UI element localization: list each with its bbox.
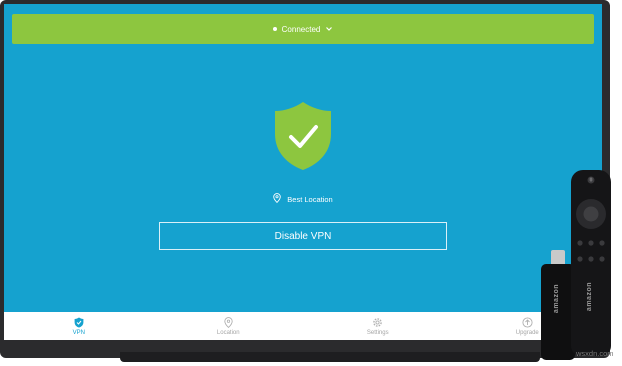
nav-label: Location — [216, 329, 240, 336]
shield-check-icon — [272, 100, 334, 172]
fire-tv-stick: amazon — [541, 264, 575, 360]
upgrade-icon — [522, 316, 533, 328]
shield-icon — [73, 317, 84, 328]
nav-label: VPN — [72, 329, 85, 336]
fire-tv-remote: amazon — [571, 170, 611, 356]
chevron-down-icon — [325, 25, 333, 33]
nav-item-location[interactable]: Location — [154, 312, 304, 340]
watermark: wsxdn.com — [576, 349, 614, 358]
nav-label: Settings — [366, 329, 389, 336]
status-dot — [272, 27, 277, 31]
remote-buttons — [576, 176, 606, 262]
tv-stand — [120, 352, 540, 362]
location-indicator[interactable]: Best Location — [4, 192, 602, 206]
location-label: Best Location — [287, 194, 333, 204]
tv-frame: Connected Best Location Disable VPN VPN … — [0, 0, 610, 358]
nav-label: Upgrade — [515, 329, 539, 336]
map-pin-icon — [223, 316, 234, 328]
stick-brand-label: amazon — [553, 284, 560, 314]
disable-vpn-button[interactable]: Disable VPN — [159, 222, 447, 250]
connection-status-bar[interactable]: Connected — [12, 14, 594, 44]
remote-brand-label: amazon — [586, 282, 593, 312]
map-pin-icon — [273, 193, 282, 205]
nav-item-vpn[interactable]: VPN — [4, 312, 154, 340]
bottom-nav: VPN Location Settings Upgrade — [4, 312, 602, 340]
gear-icon — [372, 317, 383, 328]
vpn-app-screen: Connected Best Location Disable VPN VPN … — [4, 4, 602, 340]
nav-item-settings[interactable]: Settings — [303, 312, 453, 340]
status-label: Connected — [281, 24, 321, 34]
